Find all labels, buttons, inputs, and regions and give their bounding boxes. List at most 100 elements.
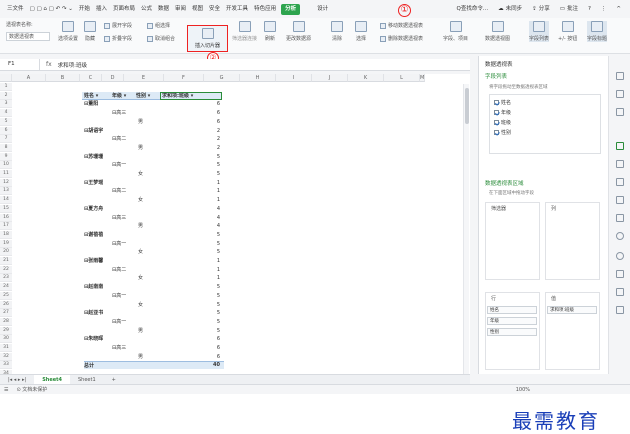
row-header[interactable]: 18	[0, 230, 12, 239]
row-header[interactable]: 14	[0, 196, 12, 205]
pivot-chart-button[interactable]: 数据透视图	[485, 21, 510, 42]
menu-formula[interactable]: 公式	[138, 0, 155, 18]
pivot-value-cell[interactable]: 2	[202, 135, 220, 143]
backup-icon[interactable]	[616, 232, 624, 240]
row-header[interactable]: 13	[0, 187, 12, 196]
ungroup-button[interactable]: 取消组合	[147, 35, 175, 42]
target-icon[interactable]	[616, 214, 624, 222]
search-command[interactable]: Q查找命令...	[454, 0, 492, 18]
row-header[interactable]: 19	[0, 239, 12, 248]
sheet-tab-sheet4[interactable]: Sheet4	[34, 374, 70, 385]
pivot-name-cell[interactable]: ⊟苏珊珊	[84, 153, 103, 161]
security-icon[interactable]	[616, 270, 624, 278]
column-header[interactable]: F	[164, 74, 204, 82]
pivot-name-cell[interactable]: ⊟张雨馨	[84, 257, 103, 265]
help-icon[interactable]: ?	[585, 0, 594, 18]
filter-connection-button[interactable]: 筛选器连接	[232, 21, 257, 42]
pivot-value-cell[interactable]: 2	[202, 127, 220, 135]
field-list-title[interactable]: 字段列表	[485, 72, 507, 80]
pivot-value-cell[interactable]: 5	[202, 309, 220, 317]
pivot-grade-cell[interactable]: ⊟高一	[112, 240, 126, 248]
expand-field-button[interactable]: 展开字段	[104, 22, 132, 29]
menu-review[interactable]: 审阅	[172, 0, 189, 18]
row-header[interactable]: 5	[0, 117, 12, 126]
pivot-value-cell[interactable]: 5	[202, 161, 220, 169]
row-header[interactable]: 7	[0, 135, 12, 144]
pivot-grade-cell[interactable]: ⊟高二	[112, 187, 126, 195]
add-sheet-icon[interactable]: +	[104, 375, 124, 385]
pivot-value-cell[interactable]: 6	[202, 100, 220, 108]
pivot-value-cell[interactable]: 5	[202, 301, 220, 309]
select-all-corner[interactable]	[0, 74, 12, 82]
row-field-chip[interactable]: 性别	[487, 328, 537, 336]
pivot-options-button[interactable]: 选项设置	[58, 21, 78, 42]
pivot-value-cell[interactable]: 5	[202, 153, 220, 161]
value-field-chip[interactable]: 求和项:班级	[547, 306, 597, 314]
row-header[interactable]: 3	[0, 100, 12, 109]
pivot-name-input[interactable]: 数据透视表	[6, 32, 50, 41]
pivot-name-cell[interactable]: ⊟赵南南	[84, 283, 103, 291]
column-header[interactable]: L	[384, 74, 420, 82]
row-header[interactable]: 8	[0, 143, 12, 152]
row-header[interactable]: 33	[0, 361, 12, 370]
collapse-ribbon-icon[interactable]: ^	[613, 0, 624, 18]
field-gender[interactable]: 性别	[494, 129, 511, 136]
pivot-grade-cell[interactable]: ⊟高二	[112, 135, 126, 143]
menu-quick-icons[interactable]: ▢ ▢ ⌂ ▢ ↶ ↷ ⌄	[27, 0, 76, 18]
cursor-icon[interactable]	[616, 72, 624, 80]
column-header[interactable]: C	[80, 74, 102, 82]
pivot-value-cell[interactable]: 6	[202, 335, 220, 343]
column-header[interactable]: E	[124, 74, 164, 82]
column-header[interactable]: I	[276, 74, 312, 82]
menu-data[interactable]: 数据	[155, 0, 172, 18]
pivot-gender-cell[interactable]: 男	[138, 353, 143, 361]
pivot-grade-cell[interactable]: ⊟高三	[112, 344, 126, 352]
collapse-field-button[interactable]: 折叠字段	[104, 35, 132, 42]
row-header[interactable]: 20	[0, 248, 12, 257]
columns-area[interactable]	[545, 202, 600, 280]
pivot-value-cell[interactable]: 1	[202, 257, 220, 265]
row-header[interactable]: 2	[0, 91, 12, 100]
plus-minus-toggle[interactable]: +/- 按钮	[558, 21, 577, 42]
row-header[interactable]: 11	[0, 170, 12, 178]
pivot-value-cell[interactable]: 5	[202, 327, 220, 335]
pivot-gender-cell[interactable]: 男	[138, 118, 143, 126]
checkbox-checked-icon[interactable]	[494, 130, 499, 135]
pivot-grade-cell[interactable]: ⊟高三	[112, 214, 126, 222]
menu-features[interactable]: 特色应用	[251, 0, 279, 18]
row-header[interactable]: 12	[0, 178, 12, 187]
row-header[interactable]: 23	[0, 274, 12, 283]
row-header[interactable]: 25	[0, 291, 12, 300]
row-header[interactable]: 27	[0, 309, 12, 318]
menu-home[interactable]: 开始	[76, 0, 93, 18]
values-area[interactable]	[545, 292, 600, 370]
pivot-name-cell[interactable]: ⊟王梦瑶	[84, 179, 103, 187]
pivot-gender-cell[interactable]: 女	[138, 196, 143, 204]
more-icon[interactable]: ⋮	[598, 0, 610, 18]
row-field-chip[interactable]: 姓名	[487, 306, 537, 314]
field-grade[interactable]: 年级	[494, 109, 511, 116]
column-header[interactable]: K	[348, 74, 384, 82]
change-source-button[interactable]: 更改数据源	[286, 21, 311, 42]
menu-insert[interactable]: 插入	[93, 0, 110, 18]
pivot-value-cell[interactable]: 2	[202, 144, 220, 152]
checkbox-checked-icon[interactable]	[494, 110, 499, 115]
select-button[interactable]: 选择	[355, 21, 367, 42]
field-class[interactable]: 班级	[494, 119, 511, 126]
shape-icon[interactable]	[616, 90, 624, 98]
checkbox-checked-icon[interactable]	[494, 100, 499, 105]
pivot-grade-cell[interactable]: ⊟高一	[112, 318, 126, 326]
pivot-value-cell[interactable]: 1	[202, 274, 220, 282]
row-header[interactable]: 21	[0, 257, 12, 265]
column-header[interactable]: J	[312, 74, 348, 82]
fx-icon[interactable]: fx	[40, 61, 58, 68]
pivot-grade-cell[interactable]: ⊟高二	[112, 266, 126, 274]
column-header[interactable]: D	[102, 74, 124, 82]
row-header[interactable]: 10	[0, 161, 12, 170]
name-box[interactable]: F1	[0, 59, 40, 70]
pivot-value-cell[interactable]: 4	[202, 222, 220, 230]
row-header[interactable]: 16	[0, 213, 12, 222]
pivot-name-cell[interactable]: ⊟赵亚书	[84, 309, 103, 317]
status-icon[interactable]: ☰	[4, 387, 8, 393]
checkbox-checked-icon[interactable]	[494, 120, 499, 125]
